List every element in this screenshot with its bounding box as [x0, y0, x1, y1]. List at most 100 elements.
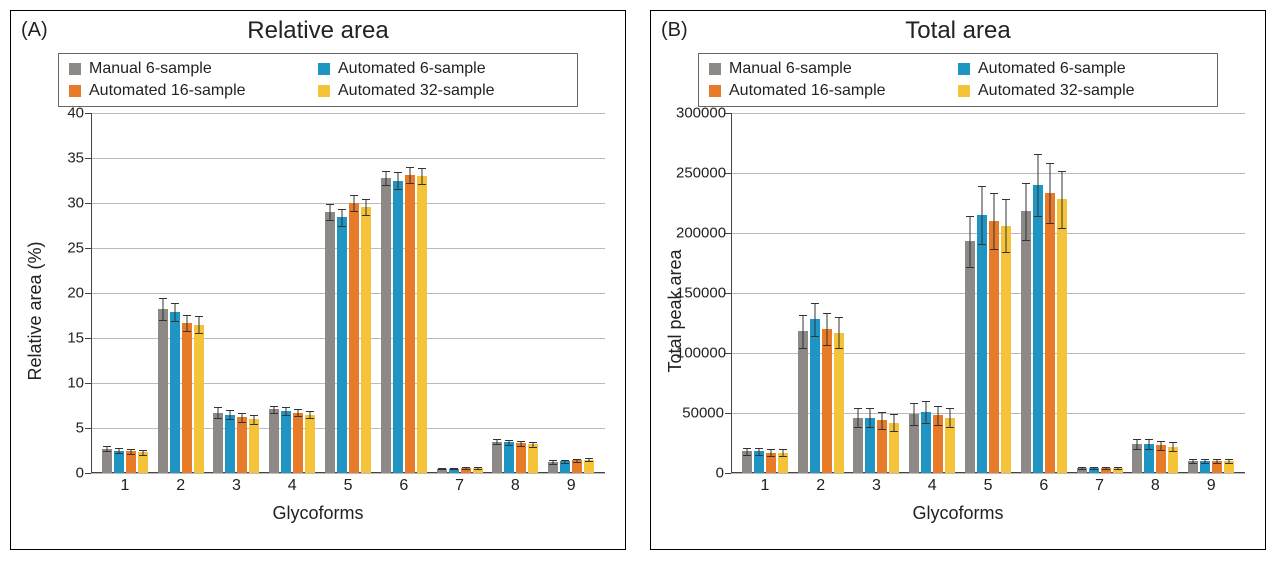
bar	[754, 451, 764, 473]
error-bar	[230, 410, 231, 419]
y-axis-label: Relative area (%)	[25, 241, 46, 380]
error-cap-bottom	[1189, 463, 1197, 464]
error-cap-bottom	[585, 461, 593, 462]
error-bar	[174, 303, 175, 321]
error-bar	[746, 448, 747, 455]
error-cap-bottom	[282, 415, 290, 416]
error-cap-bottom	[866, 427, 874, 428]
bar	[194, 325, 204, 474]
error-cap-top	[1102, 467, 1110, 468]
error-cap-top	[1157, 441, 1165, 442]
error-cap-bottom	[115, 453, 123, 454]
legend-entry: Automated 6-sample	[958, 58, 1207, 80]
error-cap-bottom	[505, 445, 513, 446]
error-cap-top	[139, 450, 147, 451]
error-cap-bottom	[159, 320, 167, 321]
error-cap-top	[394, 172, 402, 173]
error-cap-top	[990, 193, 998, 194]
bar	[1089, 468, 1099, 473]
bar	[1144, 444, 1154, 473]
legend-entry: Automated 16-sample	[709, 80, 958, 102]
error-cap-top	[978, 186, 986, 187]
error-cap-bottom	[823, 345, 831, 346]
error-cap-bottom	[878, 429, 886, 430]
error-bar	[970, 216, 971, 266]
bar	[548, 462, 558, 473]
error-cap-top	[103, 446, 111, 447]
bars-container	[91, 113, 605, 473]
error-bar	[870, 408, 871, 427]
error-bar	[758, 448, 759, 455]
error-bar	[310, 411, 311, 418]
x-tick-label: 5	[960, 477, 1016, 495]
error-bar	[366, 199, 367, 215]
error-cap-bottom	[326, 220, 334, 221]
error-bar	[198, 316, 199, 332]
error-bar	[274, 406, 275, 413]
legend-label: Manual 6-sample	[89, 60, 212, 78]
bar-group	[737, 451, 793, 473]
error-bar	[1173, 442, 1174, 452]
error-cap-top	[966, 216, 974, 217]
x-tick-label: 1	[737, 477, 793, 495]
error-cap-top	[250, 415, 258, 416]
error-cap-top	[226, 410, 234, 411]
bar	[473, 468, 483, 473]
error-cap-top	[1078, 467, 1086, 468]
error-cap-top	[799, 315, 807, 316]
bar	[945, 418, 955, 473]
error-cap-bottom	[978, 244, 986, 245]
bar	[853, 418, 863, 473]
bar	[114, 451, 124, 474]
error-cap-bottom	[1201, 463, 1209, 464]
y-tick-label: 300000	[676, 105, 724, 122]
bar	[249, 419, 259, 473]
y-tick-label: 200000	[676, 225, 724, 242]
error-cap-top	[755, 448, 763, 449]
bar	[865, 418, 875, 473]
error-cap-bottom	[493, 444, 501, 445]
bar	[1001, 226, 1011, 473]
bar	[293, 413, 303, 473]
bar	[528, 444, 538, 473]
error-cap-bottom	[799, 348, 807, 349]
bar	[269, 409, 279, 473]
error-bar	[1149, 439, 1150, 449]
x-axis-label: Glycoforms	[651, 503, 1265, 524]
bar-group	[209, 413, 265, 473]
chart-title: Relative area	[11, 17, 625, 45]
bar	[572, 460, 582, 473]
error-cap-top	[1034, 154, 1042, 155]
x-tick-label: 2	[793, 477, 849, 495]
error-bar	[982, 186, 983, 244]
bar	[337, 217, 347, 473]
error-bar	[162, 298, 163, 320]
error-cap-bottom	[1114, 469, 1122, 470]
error-cap-bottom	[394, 189, 402, 190]
error-cap-bottom	[474, 469, 482, 470]
error-cap-bottom	[226, 419, 234, 420]
error-cap-top	[282, 407, 290, 408]
error-cap-top	[1114, 467, 1122, 468]
error-cap-top	[573, 459, 581, 460]
legend-entry: Automated 32-sample	[958, 80, 1207, 102]
error-cap-top	[362, 199, 370, 200]
error-cap-bottom	[779, 456, 787, 457]
error-cap-bottom	[573, 462, 581, 463]
error-cap-top	[294, 409, 302, 410]
x-tick-label: 4	[264, 477, 320, 495]
legend-swatch-icon	[69, 63, 81, 75]
x-tick-label: 7	[432, 477, 488, 495]
error-cap-bottom	[238, 422, 246, 423]
bar	[417, 176, 427, 473]
error-cap-top	[306, 411, 314, 412]
error-bar	[254, 415, 255, 424]
error-bar	[342, 209, 343, 225]
bar-group	[376, 175, 432, 473]
error-cap-top	[835, 317, 843, 318]
bar	[1200, 461, 1210, 473]
bar	[584, 460, 594, 474]
error-cap-top	[866, 408, 874, 409]
error-cap-bottom	[127, 454, 135, 455]
panel-label: (B)	[661, 19, 688, 42]
